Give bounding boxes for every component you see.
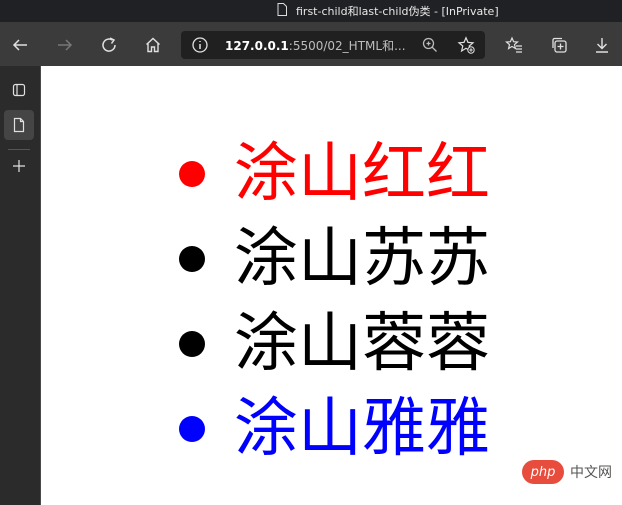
list-bullet	[179, 161, 205, 187]
list-bullet	[179, 246, 205, 272]
new-tab-button[interactable]	[4, 151, 34, 181]
refresh-icon	[102, 37, 116, 52]
download-button[interactable]	[590, 33, 614, 57]
list-item-text: 涂山蓉蓉	[234, 307, 490, 381]
tab-actions-button[interactable]	[4, 75, 34, 105]
favorites-icon	[505, 36, 522, 53]
back-button[interactable]	[8, 33, 32, 57]
document-icon	[277, 3, 287, 16]
tabs-icon	[12, 83, 26, 97]
browser-toolbar: 127.0.0.1:5500/02_HTML和...	[0, 22, 622, 66]
page-content: 涂山红红 涂山苏苏 涂山蓉蓉 涂山雅雅	[41, 66, 622, 505]
url-path: :5500/02_HTML和...	[288, 39, 406, 53]
list-item: 涂山雅雅	[179, 391, 490, 467]
collections-icon	[552, 37, 567, 53]
home-icon	[146, 37, 160, 53]
php-logo: php	[522, 460, 564, 484]
url-text[interactable]: 127.0.0.1:5500/02_HTML和...	[225, 37, 406, 54]
forward-icon	[58, 39, 73, 51]
tab-current-page[interactable]	[4, 110, 34, 140]
vertical-tabs-sidebar	[0, 66, 41, 505]
list-item-text: 涂山红红	[234, 137, 490, 211]
list-item: 涂山蓉蓉	[179, 306, 490, 382]
info-icon[interactable]	[191, 36, 209, 54]
home-button[interactable]	[141, 33, 165, 57]
window-title: first-child和last-child伪类 - [InPrivate]	[296, 5, 499, 18]
forward-button[interactable]	[53, 33, 77, 57]
list-item-text: 涂山苏苏	[234, 222, 490, 296]
sidebar-divider	[8, 149, 30, 150]
collections-button[interactable]	[547, 33, 571, 57]
watermark-text: 中文网	[570, 465, 612, 481]
refresh-button[interactable]	[97, 33, 121, 57]
url-host: 127.0.0.1	[225, 39, 289, 53]
add-favorite-icon[interactable]	[457, 36, 475, 54]
favorites-button[interactable]	[502, 33, 526, 57]
list-bullet	[179, 416, 205, 442]
title-bar: first-child和last-child伪类 - [InPrivate]	[0, 0, 622, 22]
list-item: 涂山苏苏	[179, 221, 490, 297]
download-icon	[596, 38, 608, 53]
add-icon	[13, 160, 25, 172]
list-item: 涂山红红	[179, 136, 490, 212]
address-bar[interactable]: 127.0.0.1:5500/02_HTML和...	[181, 31, 485, 59]
back-icon	[12, 39, 27, 51]
site-watermark: php 中文网	[522, 460, 612, 484]
list-item-text: 涂山雅雅	[234, 392, 490, 466]
page-icon	[13, 117, 25, 133]
zoom-icon[interactable]	[421, 36, 439, 54]
list-bullet	[179, 331, 205, 357]
